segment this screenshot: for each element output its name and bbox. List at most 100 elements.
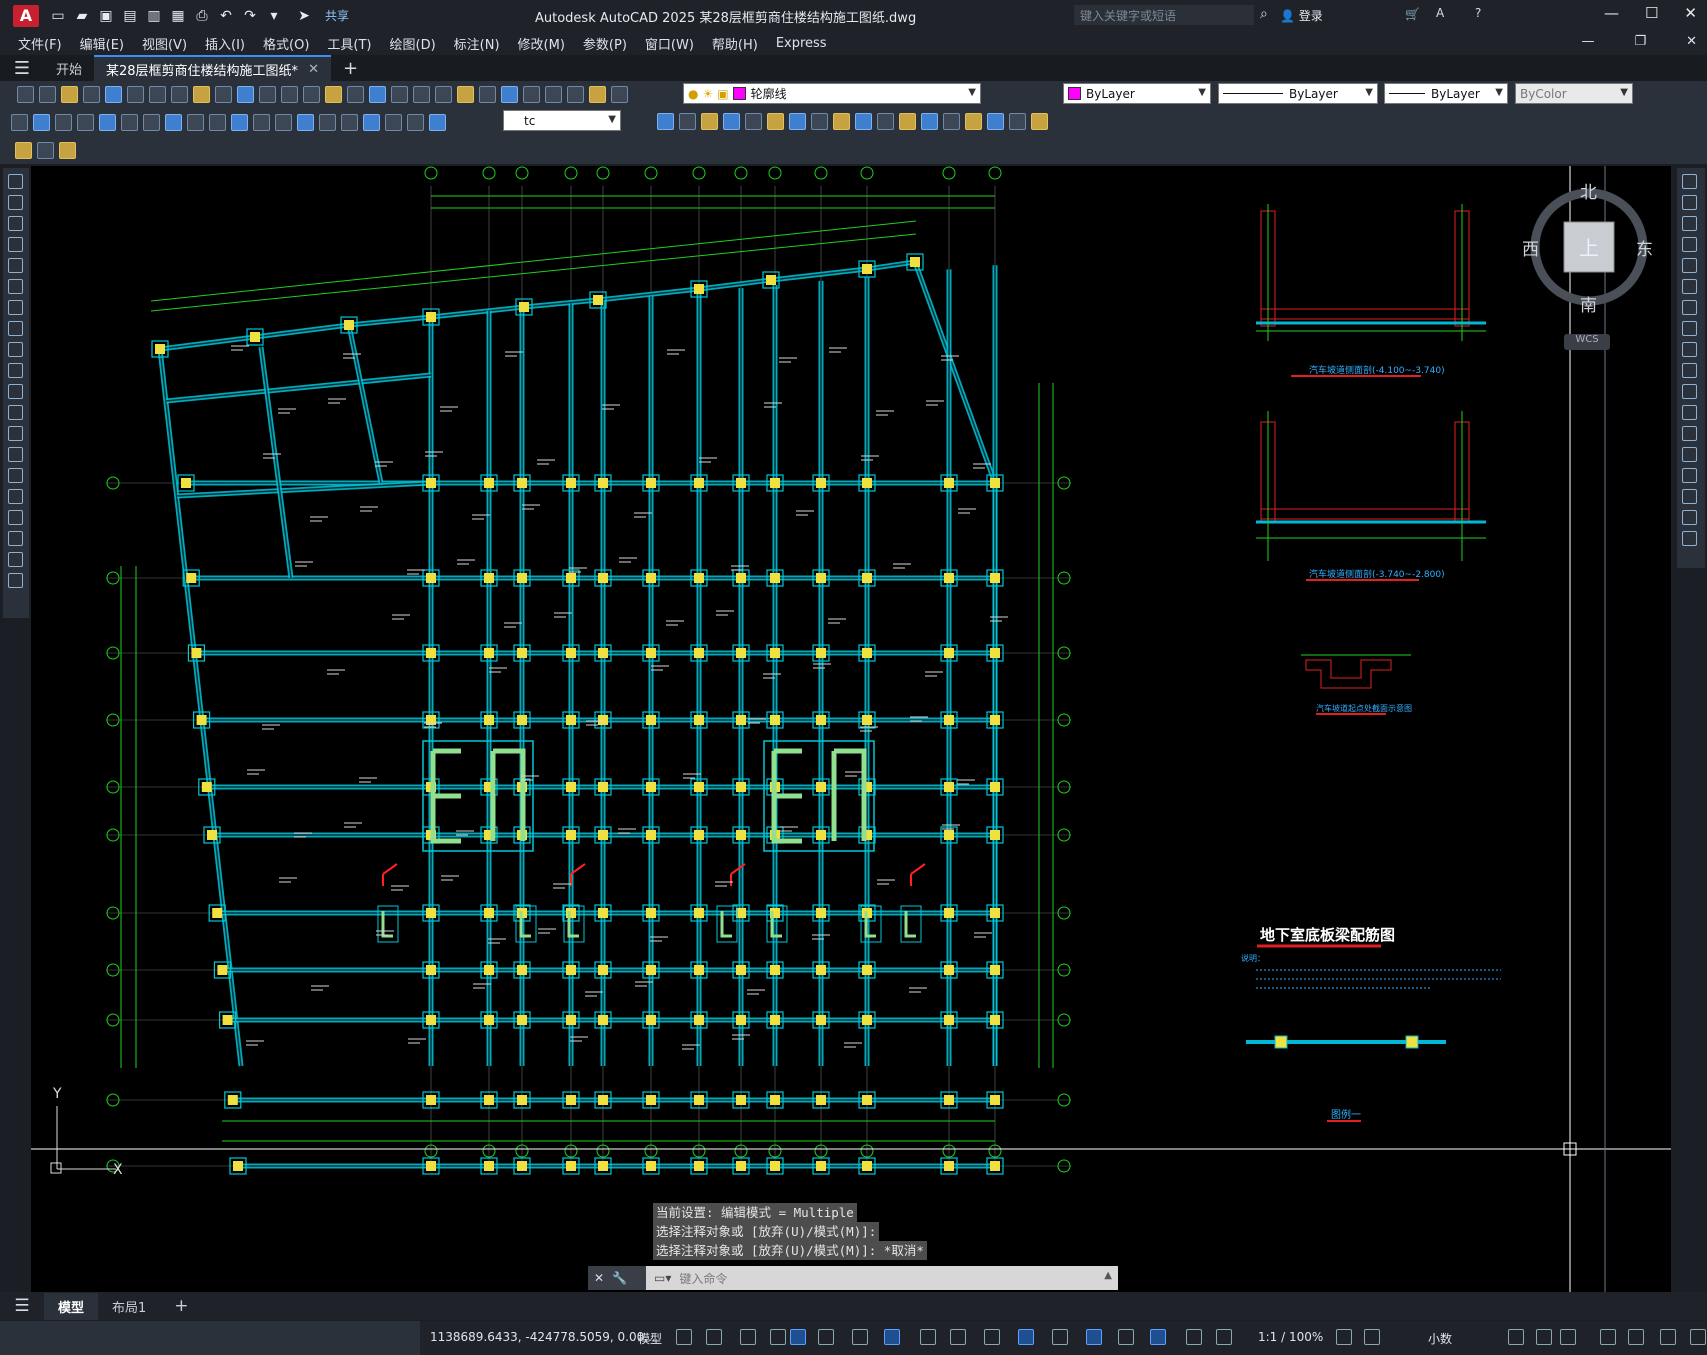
- tb1-tool-icon[interactable]: [281, 86, 298, 103]
- lefttools-tool-icon[interactable]: [8, 510, 23, 525]
- menu-insert[interactable]: 插入(I): [205, 34, 245, 53]
- save-as-icon[interactable]: ▤: [121, 7, 139, 25]
- tb1-tool-icon[interactable]: [457, 86, 474, 103]
- autocad-logo-icon[interactable]: A: [13, 4, 39, 27]
- tb2b-tool-icon[interactable]: [745, 113, 762, 130]
- add-layout-button[interactable]: +: [160, 1292, 202, 1320]
- menu-format[interactable]: 格式(O): [263, 34, 309, 53]
- tb1-tool-icon[interactable]: [545, 86, 562, 103]
- status-toggle-icon[interactable]: [1600, 1329, 1616, 1345]
- lefttools-tool-icon[interactable]: [8, 468, 23, 483]
- menu-draw[interactable]: 绘图(D): [390, 34, 436, 53]
- compass-east[interactable]: 东: [1636, 240, 1653, 260]
- righttools-tool-icon[interactable]: [1682, 510, 1697, 525]
- tb2b-tool-icon[interactable]: [921, 113, 938, 130]
- tb2b-tool-icon[interactable]: [965, 113, 982, 130]
- lefttools-tool-icon[interactable]: [8, 405, 23, 420]
- tb2-tool-icon[interactable]: [385, 113, 402, 131]
- tb1-tool-icon[interactable]: [479, 86, 496, 103]
- linetype-dropdown[interactable]: ByLayer ▼: [1218, 83, 1378, 104]
- righttools-tool-icon[interactable]: [1682, 258, 1697, 273]
- status-toggle-icon[interactable]: [1364, 1329, 1380, 1345]
- status-toggle-icon[interactable]: [920, 1329, 936, 1345]
- righttools-tool-icon[interactable]: [1682, 405, 1697, 420]
- share-button[interactable]: 共享: [325, 7, 349, 24]
- layer-dropdown[interactable]: ● ☀ ▣ 轮廓线 ▼: [683, 83, 981, 104]
- tb2b-tool-icon[interactable]: [679, 113, 696, 130]
- tb1-tool-icon[interactable]: [171, 86, 188, 103]
- lefttools-tool-icon[interactable]: [8, 174, 23, 189]
- menu-modify[interactable]: 修改(M): [518, 34, 565, 53]
- status-toggle-icon[interactable]: [1186, 1329, 1202, 1345]
- tb2-tool-icon[interactable]: [275, 113, 292, 131]
- tb2-tool-icon[interactable]: [297, 113, 314, 131]
- status-toggle-icon[interactable]: [1560, 1329, 1576, 1345]
- units-dropdown[interactable]: 小数: [1428, 1330, 1452, 1347]
- menu-dimension[interactable]: 标注(N): [454, 34, 500, 53]
- app-menu-icon[interactable]: ☰: [0, 58, 44, 79]
- status-toggle-icon[interactable]: [1086, 1329, 1102, 1345]
- doc-restore-icon[interactable]: ❐: [1634, 34, 1646, 49]
- tb1-tool-icon[interactable]: [149, 86, 166, 103]
- save-to-web-icon[interactable]: ▥: [145, 7, 163, 25]
- status-toggle-icon[interactable]: [1150, 1329, 1166, 1345]
- tb2b-tool-icon[interactable]: [701, 113, 718, 130]
- tb2-tool-icon[interactable]: [77, 113, 94, 131]
- tb1-tool-icon[interactable]: [435, 86, 452, 103]
- tb1-tool-icon[interactable]: [39, 86, 56, 103]
- status-toggle-icon[interactable]: [676, 1329, 692, 1345]
- righttools-tool-icon[interactable]: [1682, 447, 1697, 462]
- tb1-tool-icon[interactable]: [369, 86, 386, 103]
- tb2-tool-icon[interactable]: [99, 113, 116, 131]
- tb2b-tool-icon[interactable]: [855, 113, 872, 130]
- tab-start[interactable]: 开始: [44, 55, 94, 81]
- print-icon[interactable]: ⎙: [193, 7, 211, 25]
- undo-icon[interactable]: ↶: [217, 7, 235, 25]
- tb1-tool-icon[interactable]: [105, 86, 122, 103]
- lefttools-tool-icon[interactable]: [8, 426, 23, 441]
- menu-tools[interactable]: 工具(T): [327, 34, 371, 53]
- cart-icon[interactable]: 🛒: [1405, 7, 1420, 21]
- status-toggle-icon[interactable]: [790, 1329, 806, 1345]
- coordinate-readout[interactable]: 1138689.6433, -424778.5059, 0.00...: [430, 1330, 656, 1344]
- tb1-tool-icon[interactable]: [127, 86, 144, 103]
- tb2-tool-icon[interactable]: [11, 113, 28, 131]
- tab-close-icon[interactable]: ✕: [308, 62, 319, 77]
- search-icon[interactable]: ⌕: [1260, 6, 1268, 22]
- tb3-tool-icon[interactable]: [37, 141, 54, 159]
- tb1-tool-icon[interactable]: [413, 86, 430, 103]
- open-folder-icon[interactable]: ▰: [73, 7, 91, 25]
- color-dropdown[interactable]: ByLayer ▼: [1063, 83, 1211, 104]
- wcs-menu-button[interactable]: WCS: [1564, 334, 1610, 350]
- righttools-tool-icon[interactable]: [1682, 468, 1697, 483]
- tb1-tool-icon[interactable]: [611, 86, 628, 103]
- lefttools-tool-icon[interactable]: [8, 363, 23, 378]
- minimize-icon[interactable]: —: [1604, 4, 1619, 22]
- share-icon[interactable]: ➤: [295, 7, 313, 25]
- tb1-tool-icon[interactable]: [523, 86, 540, 103]
- tb2-tool-icon[interactable]: [253, 113, 270, 131]
- righttools-tool-icon[interactable]: [1682, 363, 1697, 378]
- tb2b-tool-icon[interactable]: [877, 113, 894, 130]
- lefttools-tool-icon[interactable]: [8, 447, 23, 462]
- lineweight-dropdown[interactable]: ByLayer ▼: [1384, 83, 1508, 104]
- help-icon[interactable]: ?: [1475, 6, 1481, 20]
- status-toggle-icon[interactable]: [706, 1329, 722, 1345]
- tb1-tool-icon[interactable]: [391, 86, 408, 103]
- righttools-tool-icon[interactable]: [1682, 489, 1697, 504]
- redo-icon[interactable]: ↷: [241, 7, 259, 25]
- tb1-tool-icon[interactable]: [193, 86, 210, 103]
- tb1-tool-icon[interactable]: [303, 86, 320, 103]
- status-toggle-icon[interactable]: [1690, 1329, 1706, 1345]
- tb1-tool-icon[interactable]: [215, 86, 232, 103]
- login-button[interactable]: 👤 登录: [1280, 7, 1323, 24]
- command-expand-icon[interactable]: ▲: [1104, 1270, 1112, 1281]
- customize-dropdown-icon[interactable]: ▾: [265, 7, 283, 25]
- tb2b-tool-icon[interactable]: [899, 113, 916, 130]
- status-toggle-icon[interactable]: [1118, 1329, 1134, 1345]
- righttools-tool-icon[interactable]: [1682, 531, 1697, 546]
- tb1-tool-icon[interactable]: [325, 86, 342, 103]
- tb2-tool-icon[interactable]: [341, 113, 358, 131]
- righttools-tool-icon[interactable]: [1682, 321, 1697, 336]
- model-space-toggle[interactable]: 模型: [638, 1330, 662, 1347]
